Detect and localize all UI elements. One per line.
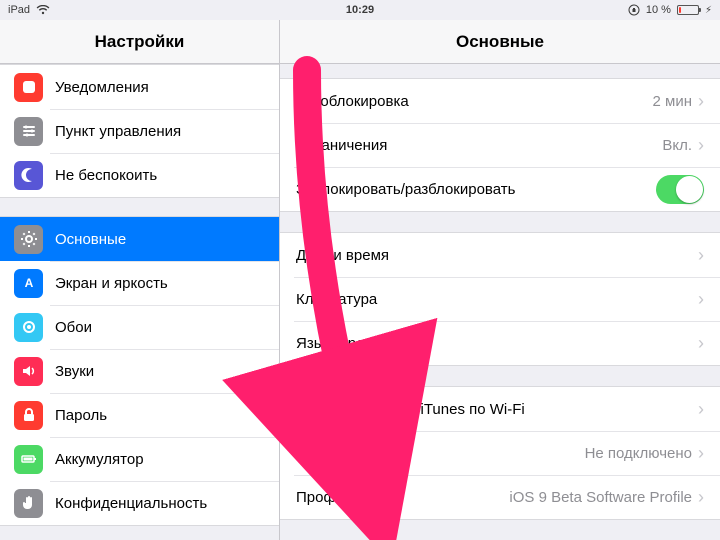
detail-title: Основные — [280, 20, 720, 63]
sounds-icon — [14, 357, 43, 386]
wallpaper-icon — [14, 313, 43, 342]
detail-row-vpn[interactable]: VPNНе подключено › — [280, 431, 720, 475]
sidebar-item-dnd[interactable]: Не беспокоить — [0, 153, 279, 197]
sidebar-item-general[interactable]: Основные — [0, 217, 279, 261]
detail-row-restrict[interactable]: ОграниченияВкл. › — [280, 123, 720, 167]
sidebar-item-label: Экран и яркость — [55, 275, 265, 292]
status-bar: iPad 10:29 10 % ⚡︎ — [0, 0, 720, 20]
sidebar-item-label: Конфиденциальность — [55, 495, 265, 512]
chevron-right-icon: › — [698, 488, 704, 506]
sidebar-item-privacy[interactable]: Конфиденциальность — [0, 481, 279, 525]
detail-row-label: Заблокировать/разблокировать — [296, 181, 648, 198]
chevron-right-icon: › — [698, 400, 704, 418]
sidebar-item-battery[interactable]: Аккумулятор — [0, 437, 279, 481]
detail-row-label: Клавиатура — [296, 291, 698, 308]
sidebar-item-passcode[interactable]: Пароль — [0, 393, 279, 437]
detail-row-itunessync[interactable]: Синхронизация с iTunes по Wi-Fi› — [280, 387, 720, 431]
battery-icon — [677, 5, 699, 15]
detail-row-value: Не подключено — [585, 445, 692, 462]
sidebar-item-control[interactable]: Пункт управления — [0, 109, 279, 153]
chevron-right-icon: › — [698, 444, 704, 462]
detail-row-langreg[interactable]: Язык и регион› — [280, 321, 720, 365]
settings-sidebar[interactable]: Уведомления Пункт управления Не беспокоить… — [0, 64, 280, 540]
detail-row-label: Профиль — [296, 489, 509, 506]
lock-icon — [14, 401, 43, 430]
sidebar-item-label: Не беспокоить — [55, 167, 265, 184]
detail-row-value: Вкл. — [662, 137, 692, 154]
sidebar-item-label: Аккумулятор — [55, 451, 265, 468]
chevron-right-icon: › — [698, 334, 704, 352]
clock: 10:29 — [0, 4, 720, 16]
svg-text:A: A — [24, 276, 33, 290]
notifications-icon — [14, 73, 43, 102]
sidebar-item-label: Основные — [55, 231, 265, 248]
sidebar-item-label: Звуки — [55, 363, 265, 380]
moon-icon — [14, 161, 43, 190]
general-detail-pane[interactable]: Автоблокировка2 мин › ОграниченияВкл. › Забл… — [280, 64, 720, 540]
detail-row-label: Дата и время — [296, 247, 698, 264]
sidebar-item-sounds[interactable]: Звуки — [0, 349, 279, 393]
detail-row-label: Язык и регион — [296, 335, 698, 352]
detail-row-label: VPN — [296, 445, 585, 462]
detail-row-label: Ограничения — [296, 137, 662, 154]
sidebar-item-label: Уведомления — [55, 79, 265, 96]
chevron-right-icon: › — [698, 92, 704, 110]
detail-row-value: iOS 9 Beta Software Profile — [509, 489, 692, 506]
detail-row-value: 2 мин — [653, 93, 693, 110]
detail-row-label: Синхронизация с iTunes по Wi-Fi — [296, 401, 698, 418]
control-icon — [14, 117, 43, 146]
settings-title: Настройки — [0, 20, 280, 63]
gear-icon — [14, 225, 43, 254]
sidebar-item-label: Пароль — [55, 407, 265, 424]
display-icon: A — [14, 269, 43, 298]
sidebar-item-wallpaper[interactable]: Обои — [0, 305, 279, 349]
chevron-right-icon: › — [698, 246, 704, 264]
battery-icon — [14, 445, 43, 474]
sidebar-item-display[interactable]: A Экран и яркость — [0, 261, 279, 305]
chevron-right-icon: › — [698, 290, 704, 308]
detail-row-locktoggle[interactable]: Заблокировать/разблокировать — [280, 167, 720, 211]
toggle-locktoggle[interactable] — [656, 175, 704, 204]
header-bar: Настройки Основные — [0, 20, 720, 64]
detail-row-datetime[interactable]: Дата и время› — [280, 233, 720, 277]
sidebar-item-notifications[interactable]: Уведомления — [0, 65, 279, 109]
chevron-right-icon: › — [698, 136, 704, 154]
detail-row-autolock[interactable]: Автоблокировка2 мин › — [280, 79, 720, 123]
detail-row-label: Автоблокировка — [296, 93, 653, 110]
sidebar-item-label: Обои — [55, 319, 265, 336]
sidebar-item-label: Пункт управления — [55, 123, 265, 140]
detail-row-profile[interactable]: ПрофильiOS 9 Beta Software Profile › — [280, 475, 720, 519]
detail-row-keyboard[interactable]: Клавиатура› — [280, 277, 720, 321]
hand-icon — [14, 489, 43, 518]
